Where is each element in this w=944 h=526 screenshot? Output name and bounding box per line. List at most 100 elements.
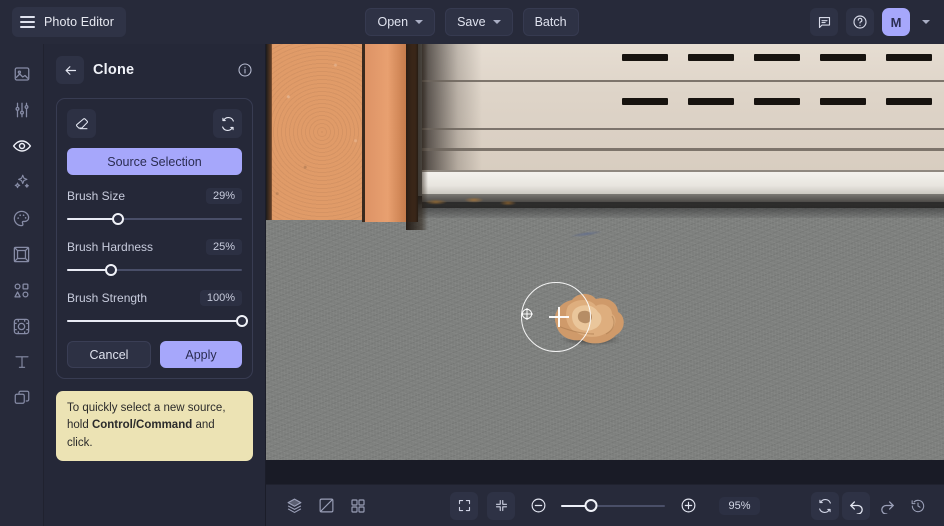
photo-vent-slot xyxy=(622,54,668,61)
brush-strength-label: Brush Strength xyxy=(67,291,147,305)
zoom-slider-knob[interactable] xyxy=(584,499,597,512)
adjustments-icon xyxy=(13,101,31,119)
open-button[interactable]: Open xyxy=(365,8,435,36)
canvas-area[interactable] xyxy=(266,44,944,526)
rail-item-adjust[interactable] xyxy=(4,92,40,128)
batch-button[interactable]: Batch xyxy=(523,8,579,36)
brush-strength-slider[interactable] xyxy=(67,312,242,330)
rail-item-image[interactable] xyxy=(4,56,40,92)
info-button[interactable] xyxy=(237,62,253,78)
photo-vent-slot xyxy=(820,54,866,61)
palette-icon xyxy=(12,209,31,228)
grid-button[interactable] xyxy=(344,492,372,520)
cancel-button[interactable]: Cancel xyxy=(67,341,151,368)
rail-item-overlay[interactable] xyxy=(4,380,40,416)
reset-view-button[interactable] xyxy=(811,492,839,520)
compare-icon xyxy=(318,497,335,514)
comment-icon xyxy=(817,15,832,30)
zoom-level-value[interactable]: 95% xyxy=(719,497,759,515)
rail-item-retouch[interactable] xyxy=(4,128,40,164)
rail-item-text[interactable] xyxy=(4,344,40,380)
photo-image[interactable] xyxy=(266,44,944,460)
photo-dry-leaf xyxy=(546,286,630,350)
top-toolbar-center: Open Save Batch xyxy=(0,0,944,44)
account-menu-button[interactable] xyxy=(918,8,934,36)
redo-button[interactable] xyxy=(873,492,901,520)
clone-tool-row xyxy=(67,109,242,138)
hint-callout: To quickly select a new source, hold Con… xyxy=(56,391,253,461)
brush-size-label: Brush Size xyxy=(67,189,125,203)
bottom-toolbar-right xyxy=(811,492,932,520)
undo-button[interactable] xyxy=(842,492,870,520)
brush-strength-value: 100% xyxy=(200,290,242,306)
photo-vent-slot xyxy=(886,54,932,61)
apply-button[interactable]: Apply xyxy=(160,341,242,368)
layers-copy-icon xyxy=(13,389,31,407)
brush-hardness-label: Brush Hardness xyxy=(67,240,153,254)
reset-clone-button[interactable] xyxy=(213,109,242,138)
slider-knob[interactable] xyxy=(105,264,117,276)
history-button[interactable] xyxy=(904,492,932,520)
shrink-button[interactable] xyxy=(487,492,515,520)
clone-tool-panel: Clone xyxy=(44,44,266,526)
chevron-down-icon xyxy=(922,20,930,24)
zoom-in-icon xyxy=(680,497,697,514)
photo-vent-slot xyxy=(688,54,734,61)
top-toolbar-right: M xyxy=(810,0,934,44)
zoom-in-button[interactable] xyxy=(674,492,702,520)
brush-hardness-row: Brush Hardness 25% xyxy=(67,239,242,255)
left-tool-rail xyxy=(0,44,44,526)
photo-door-seam xyxy=(422,148,944,151)
brush-hardness-value: 25% xyxy=(206,239,242,255)
sparkles-icon xyxy=(13,173,31,191)
redo-icon xyxy=(879,497,896,514)
panel-action-row: Cancel Apply xyxy=(67,341,242,368)
fit-screen-button[interactable] xyxy=(450,492,478,520)
avatar[interactable]: M xyxy=(882,8,910,36)
slider-knob[interactable] xyxy=(236,315,248,327)
top-toolbar: Photo Editor Open Save Batch xyxy=(0,0,944,44)
eye-icon xyxy=(12,136,32,156)
help-circle-icon xyxy=(852,14,868,30)
text-icon xyxy=(13,353,31,371)
hint-bold: Control/Command xyxy=(92,419,192,431)
brush-hardness-slider[interactable] xyxy=(67,261,242,279)
compare-button[interactable] xyxy=(312,492,340,520)
rail-item-frame[interactable] xyxy=(4,236,40,272)
brush-size-value: 29% xyxy=(206,188,242,204)
photo-vent-slot xyxy=(688,98,734,105)
photo-vent-slot xyxy=(622,98,668,105)
rail-item-elements[interactable] xyxy=(4,272,40,308)
help-button[interactable] xyxy=(846,8,874,36)
layers-button[interactable] xyxy=(280,492,308,520)
slider-knob[interactable] xyxy=(112,213,124,225)
chevron-down-icon xyxy=(415,20,423,24)
arrow-left-icon xyxy=(63,63,78,78)
source-selection-button[interactable]: Source Selection xyxy=(67,148,242,175)
photo-door-shadow xyxy=(422,44,482,172)
rail-item-color[interactable] xyxy=(4,200,40,236)
grid-icon xyxy=(350,498,366,514)
feedback-button[interactable] xyxy=(810,8,838,36)
panel-header: Clone xyxy=(56,54,253,86)
rail-item-effects[interactable] xyxy=(4,164,40,200)
open-label: Open xyxy=(377,15,408,29)
rail-item-focus[interactable] xyxy=(4,308,40,344)
photo-vent-slot xyxy=(886,98,932,105)
zoom-slider[interactable] xyxy=(561,498,665,514)
photo-editor-app: Photo Editor Open Save Batch xyxy=(0,0,944,526)
app-menu-button[interactable]: Photo Editor xyxy=(12,7,126,37)
photo-vent-slot xyxy=(754,54,800,61)
image-icon xyxy=(13,65,31,83)
zoom-out-button[interactable] xyxy=(524,492,552,520)
eraser-button[interactable] xyxy=(67,109,96,138)
shrink-icon xyxy=(494,498,509,513)
hamburger-icon[interactable] xyxy=(20,16,35,28)
brush-size-slider[interactable] xyxy=(67,210,242,228)
refresh-icon xyxy=(817,498,833,514)
back-button[interactable] xyxy=(56,56,84,84)
save-button[interactable]: Save xyxy=(445,8,513,36)
layers-icon xyxy=(286,497,303,514)
photo-vent-slot xyxy=(820,98,866,105)
slider-fill xyxy=(67,218,118,220)
